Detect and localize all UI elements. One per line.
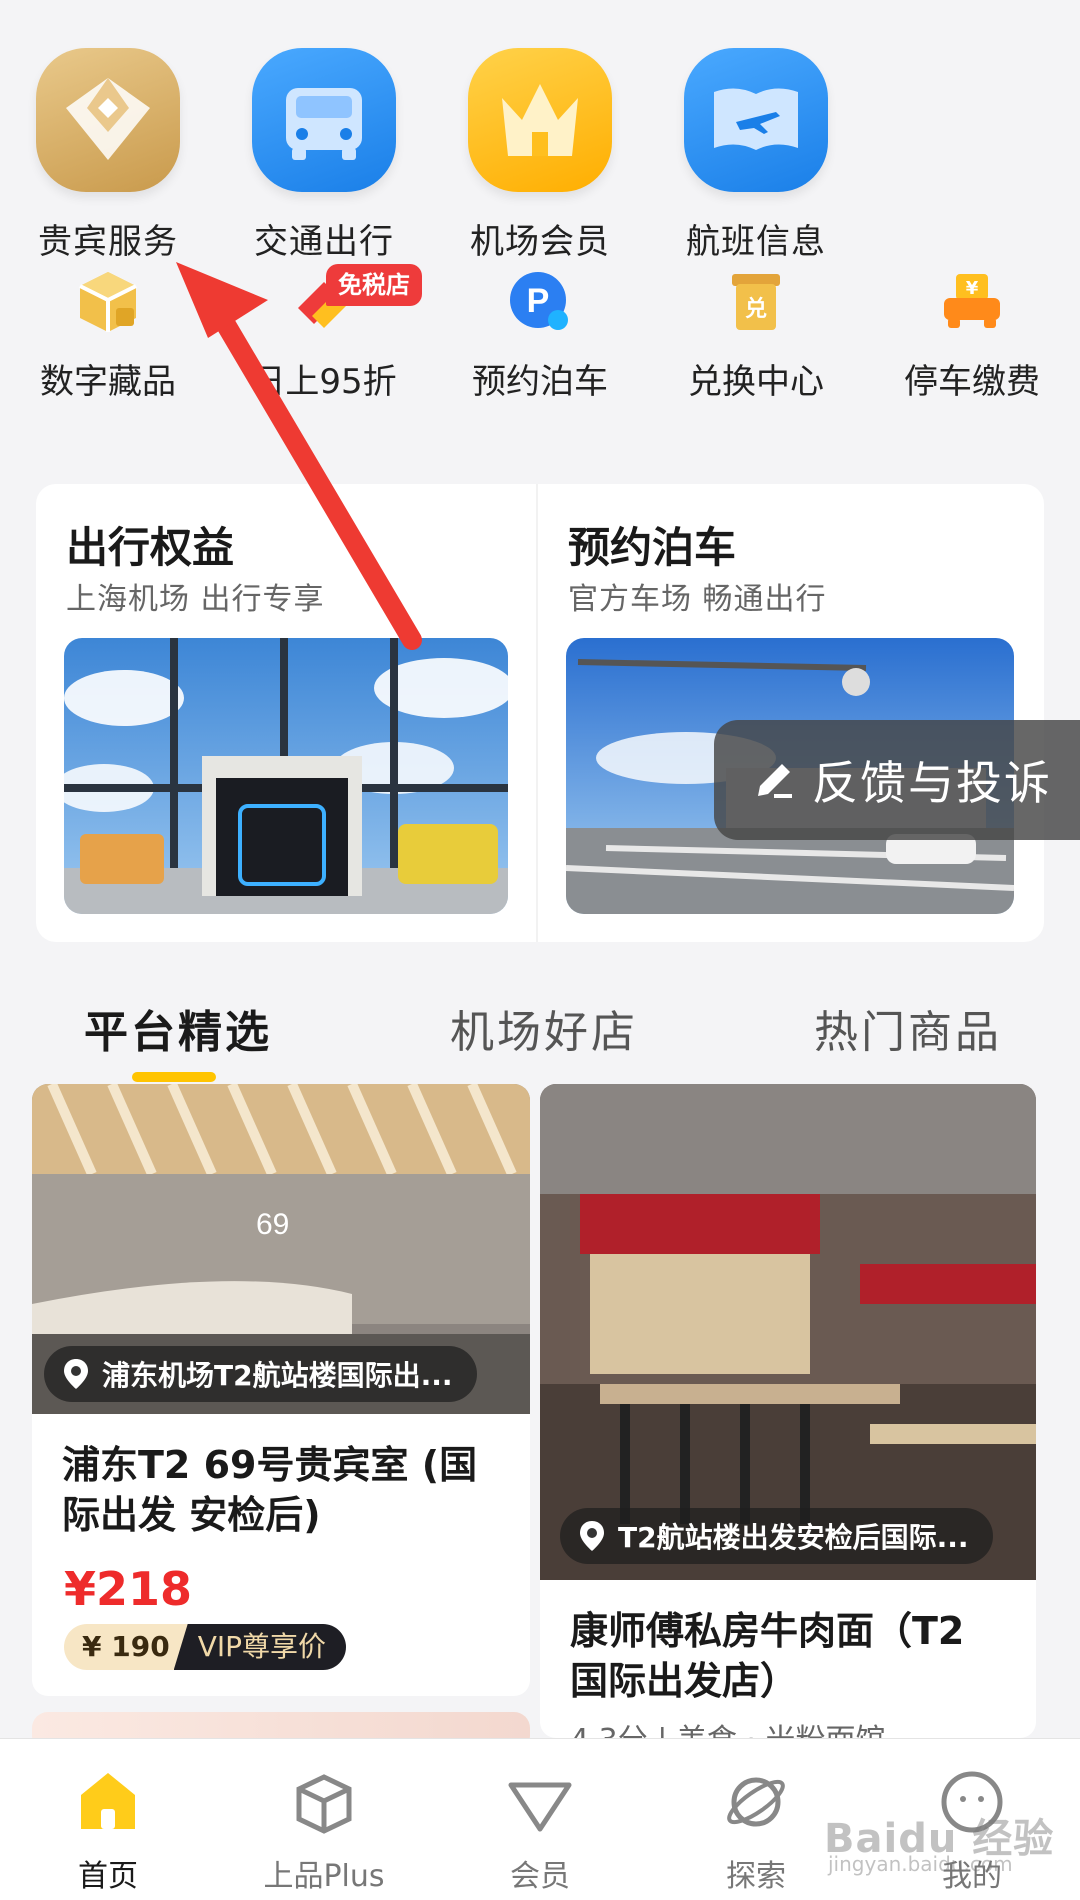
nav-label: 首页 — [78, 1859, 138, 1894]
cube-icon — [74, 268, 142, 336]
promo-image-security-check — [64, 638, 508, 914]
nav-member[interactable]: 会员 — [432, 1739, 648, 1900]
service-label: 机场会员 — [470, 222, 610, 262]
location-pin-icon — [64, 1359, 88, 1389]
promo-title: 出行权益 — [66, 523, 235, 572]
service-label: 预约泊车 — [472, 362, 608, 402]
flight-book-icon — [684, 48, 828, 192]
promo-subtitle: 上海机场 出行专享 — [66, 582, 325, 617]
location-tag: 浦东机场T2航站楼国际出... — [44, 1346, 477, 1402]
promo-parking[interactable]: 预约泊车 官方车场 畅通出行 — [538, 484, 1038, 942]
car-icon — [252, 48, 396, 192]
nav-label: 会员 — [510, 1859, 570, 1894]
diamond-icon — [36, 48, 180, 192]
svg-text:兑: 兑 — [745, 296, 767, 322]
product-rating-partial: 4.3分 | 美食 · 米粉面馆 — [570, 1716, 886, 1738]
diamond-outline-icon — [508, 1782, 572, 1832]
location-pin-icon — [580, 1521, 604, 1551]
home-icon — [81, 1773, 135, 1829]
location-text: T2航站楼出发安检后国际... — [618, 1521, 969, 1554]
product-card-noodle-shop[interactable]: T2航站楼出发安检后国际... 康师傅私房牛肉面（T2 国际出发店） 4.3分 … — [540, 1084, 1036, 1738]
promo-subtitle: 官方车场 畅通出行 — [568, 582, 827, 617]
service-parking-payment[interactable]: ¥ 停车缴费 — [882, 268, 1062, 403]
service-exchange-center[interactable]: 兑 兑换中心 — [666, 268, 846, 403]
product-image-restaurant — [540, 1084, 1036, 1580]
feedback-label: 反馈与投诉 — [812, 756, 1052, 810]
service-label: 航班信息 — [686, 222, 826, 262]
parking-icon: P — [506, 268, 574, 336]
exchange-icon: 兑 — [722, 268, 790, 336]
crown-icon — [468, 48, 612, 192]
nav-label: 上品Plus — [263, 1859, 385, 1894]
active-tab-indicator — [132, 1072, 216, 1082]
vip-price-tag: ¥ 190 VIP尊享价 — [64, 1624, 346, 1670]
secondary-services-grid: 数字藏品 日上95折 P 预约泊车 兑 兑换中心 ¥ 停车缴费 — [0, 268, 1080, 408]
service-label: 交通出行 — [254, 222, 394, 262]
svg-text:P: P — [527, 282, 550, 320]
product-price: ¥218 — [64, 1562, 193, 1616]
nav-plus[interactable]: 上品Plus — [216, 1739, 432, 1900]
product-name-line1: 康师傅私房牛肉面（T2 — [570, 1609, 965, 1653]
service-flight-info[interactable]: 航班信息 — [666, 48, 846, 263]
vip-price-label: VIP尊享价 — [173, 1624, 346, 1670]
primary-services-grid: 贵宾服务 交通出行 机场会员 航班信息 — [0, 48, 1080, 262]
product-name-line2: 际出发 安检后) — [62, 1493, 321, 1537]
planet-icon — [727, 1777, 785, 1827]
product-name-line1: 浦东T2 69号贵宾室 (国 — [62, 1443, 478, 1487]
promo-section: 出行权益 上海机场 出行专享 预约泊车 官方车场 畅通出行 — [36, 484, 1044, 942]
service-vip[interactable]: 贵宾服务 — [18, 48, 198, 263]
service-transport[interactable]: 交通出行 — [234, 48, 414, 263]
service-digital-collectibles[interactable]: 数字藏品 — [18, 268, 198, 403]
tab-airport-shops[interactable]: 机场好店 — [450, 996, 638, 1060]
service-parking-reservation[interactable]: P 预约泊车 — [450, 268, 630, 403]
vip-price: ¥ 190 — [64, 1624, 188, 1670]
service-label: 停车缴费 — [904, 362, 1040, 402]
promo-travel-benefits[interactable]: 出行权益 上海机场 出行专享 — [36, 484, 536, 942]
service-label: 数字藏品 — [40, 362, 176, 402]
nav-home[interactable]: 首页 — [0, 1739, 216, 1900]
parking-pay-icon: ¥ — [938, 268, 1006, 336]
service-label: 贵宾服务 — [38, 222, 178, 262]
tab-platform-picks[interactable]: 平台精选 — [84, 996, 272, 1060]
pencil-icon — [758, 764, 792, 798]
product-name-line2: 国际出发店） — [570, 1659, 799, 1703]
tab-hot-products[interactable]: 热门商品 — [814, 996, 1002, 1060]
svg-text:69: 69 — [256, 1208, 289, 1241]
service-label: 日上95折 — [251, 362, 397, 402]
watermark-url: jingyan.baidu.com — [828, 1852, 1013, 1876]
service-membership[interactable]: 机场会员 — [450, 48, 630, 263]
gift-box-icon — [296, 1774, 352, 1834]
service-label: 兑换中心 — [688, 362, 824, 402]
feedback-button[interactable]: 反馈与投诉 — [714, 720, 1080, 840]
location-text: 浦东机场T2航站楼国际出... — [102, 1359, 453, 1392]
product-card-vip-lounge[interactable]: 69 浦东机场T2航站楼国际出... 浦东T2 69号贵宾室 (国 际出发 安检… — [32, 1084, 530, 1696]
svg-text:¥: ¥ — [966, 278, 979, 299]
location-tag: T2航站楼出发安检后国际... — [560, 1508, 993, 1564]
promo-title: 预约泊车 — [568, 523, 737, 572]
app-home-page: 贵宾服务 交通出行 机场会员 航班信息 数字藏品 日上95折 P 预约泊车 兑 … — [0, 0, 1080, 1900]
duty-free-badge: 免税店 — [326, 264, 422, 306]
